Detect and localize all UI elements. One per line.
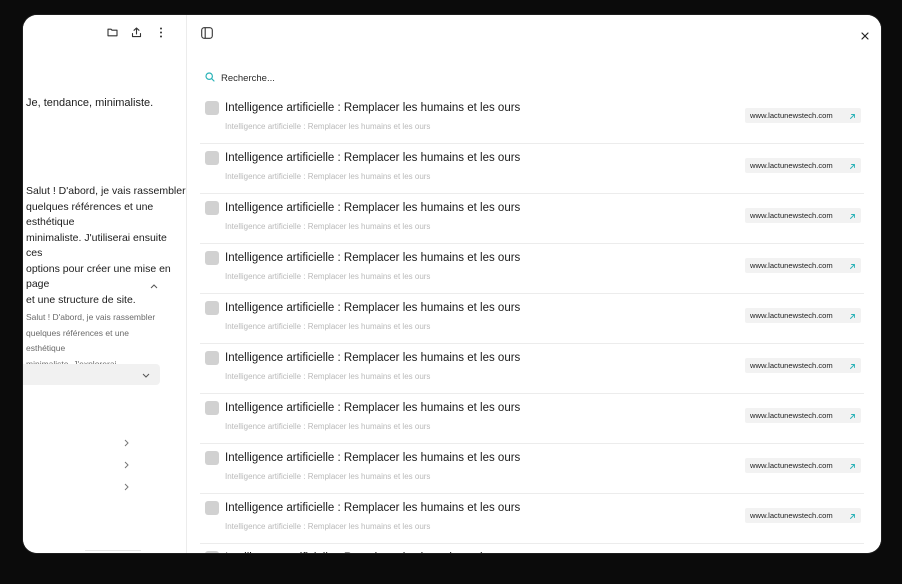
url-badge[interactable]: www.lactunewstech.com: [745, 208, 861, 223]
favicon-placeholder: [205, 301, 219, 315]
result-title[interactable]: Intelligence artificielle : Remplacer le…: [225, 302, 520, 314]
result-url: www.lactunewstech.com: [750, 411, 833, 420]
sidebar-toggle-icon[interactable]: [201, 26, 213, 44]
result-row[interactable]: Intelligence artificielle : Remplacer le…: [200, 545, 864, 553]
result-title[interactable]: Intelligence artificielle : Remplacer le…: [225, 402, 520, 414]
external-link-icon: [849, 157, 856, 175]
result-url: www.lactunewstech.com: [750, 211, 833, 220]
url-badge[interactable]: www.lactunewstech.com: [745, 408, 861, 423]
chevron-right-icon[interactable]: [121, 438, 131, 448]
result-url: www.lactunewstech.com: [750, 311, 833, 320]
result-title[interactable]: Intelligence artificielle : Remplacer le…: [225, 552, 520, 553]
url-badge[interactable]: www.lactunewstech.com: [745, 308, 861, 323]
result-row[interactable]: Intelligence artificielle : Remplacer le…: [200, 345, 864, 394]
result-row[interactable]: Intelligence artificielle : Remplacer le…: [200, 245, 864, 294]
folder-icon[interactable]: [105, 25, 119, 39]
chevron-right-icon[interactable]: [121, 482, 131, 492]
favicon-placeholder: [205, 401, 219, 415]
result-subtitle: Intelligence artificielle : Remplacer le…: [225, 372, 431, 381]
result-row[interactable]: Intelligence artificielle : Remplacer le…: [200, 295, 864, 344]
favicon-placeholder: [205, 201, 219, 215]
chat-pane: Je, tendance, minimaliste. Salut ! D'abo…: [23, 15, 187, 553]
result-url: www.lactunewstech.com: [750, 261, 833, 270]
search-icon: [205, 69, 215, 87]
result-title[interactable]: Intelligence artificielle : Remplacer le…: [225, 152, 520, 164]
chevron-right-icon[interactable]: [121, 460, 131, 470]
sources-panel: Intelligence artificielle : Remplacer le…: [187, 15, 881, 553]
search-input[interactable]: [221, 72, 421, 84]
result-url: www.lactunewstech.com: [750, 511, 833, 520]
result-subtitle: Intelligence artificielle : Remplacer le…: [225, 422, 431, 431]
result-title[interactable]: Intelligence artificielle : Remplacer le…: [225, 252, 520, 264]
favicon-placeholder: [205, 101, 219, 115]
external-link-icon: [849, 357, 856, 375]
assistant-message: Salut ! D'abord, je vais rassembler quel…: [26, 185, 186, 306]
result-row[interactable]: Intelligence artificielle : Remplacer le…: [200, 95, 864, 144]
reasoning-preview: Salut ! D'abord, je vais rassembler quel…: [26, 312, 156, 369]
result-title[interactable]: Intelligence artificielle : Remplacer le…: [225, 452, 520, 464]
url-badge[interactable]: www.lactunewstech.com: [745, 458, 861, 473]
favicon-placeholder: [205, 451, 219, 465]
result-subtitle: Intelligence artificielle : Remplacer le…: [225, 272, 431, 281]
search-bar: [205, 69, 421, 87]
collapsed-dropdown[interactable]: [23, 364, 160, 385]
url-badge[interactable]: www.lactunewstech.com: [745, 258, 861, 273]
favicon-placeholder: [205, 151, 219, 165]
external-link-icon: [849, 257, 856, 275]
result-url: www.lactunewstech.com: [750, 161, 833, 170]
url-badge[interactable]: www.lactunewstech.com: [745, 108, 861, 123]
result-url: www.lactunewstech.com: [750, 461, 833, 470]
url-badge[interactable]: www.lactunewstech.com: [745, 158, 861, 173]
result-url: www.lactunewstech.com: [750, 361, 833, 370]
favicon-placeholder: [205, 501, 219, 515]
result-subtitle: Intelligence artificielle : Remplacer le…: [225, 472, 431, 481]
result-title[interactable]: Intelligence artificielle : Remplacer le…: [225, 202, 520, 214]
share-icon[interactable]: [129, 25, 143, 39]
app-window: Je, tendance, minimaliste. Salut ! D'abo…: [23, 15, 881, 553]
external-link-icon: [849, 307, 856, 325]
chevron-up-icon[interactable]: [149, 281, 159, 291]
divider: [85, 550, 141, 551]
result-url: www.lactunewstech.com: [750, 111, 833, 120]
external-link-icon: [849, 107, 856, 125]
result-row[interactable]: Intelligence artificielle : Remplacer le…: [200, 195, 864, 244]
result-row[interactable]: Intelligence artificielle : Remplacer le…: [200, 495, 864, 544]
results-list: Intelligence artificielle : Remplacer le…: [200, 95, 864, 553]
favicon-placeholder: [205, 351, 219, 365]
result-subtitle: Intelligence artificielle : Remplacer le…: [225, 322, 431, 331]
url-badge[interactable]: www.lactunewstech.com: [745, 358, 861, 373]
result-title[interactable]: Intelligence artificielle : Remplacer le…: [225, 352, 520, 364]
result-subtitle: Intelligence artificielle : Remplacer le…: [225, 122, 431, 131]
favicon-placeholder: [205, 551, 219, 553]
chevron-down-icon: [141, 370, 151, 380]
result-row[interactable]: Intelligence artificielle : Remplacer le…: [200, 395, 864, 444]
external-link-icon: [849, 457, 856, 475]
result-subtitle: Intelligence artificielle : Remplacer le…: [225, 522, 431, 531]
more-vertical-icon[interactable]: [154, 25, 168, 39]
favicon-placeholder: [205, 251, 219, 265]
result-row[interactable]: Intelligence artificielle : Remplacer le…: [200, 145, 864, 194]
external-link-icon: [849, 207, 856, 225]
result-row[interactable]: Intelligence artificielle : Remplacer le…: [200, 445, 864, 494]
url-badge[interactable]: www.lactunewstech.com: [745, 508, 861, 523]
result-subtitle: Intelligence artificielle : Remplacer le…: [225, 222, 431, 231]
external-link-icon: [849, 407, 856, 425]
result-title[interactable]: Intelligence artificielle : Remplacer le…: [225, 502, 520, 514]
result-title[interactable]: Intelligence artificielle : Remplacer le…: [225, 102, 520, 114]
close-icon[interactable]: [861, 27, 869, 45]
external-link-icon: [849, 507, 856, 525]
result-subtitle: Intelligence artificielle : Remplacer le…: [225, 172, 431, 181]
chat-message-preview: Je, tendance, minimaliste.: [26, 97, 154, 109]
